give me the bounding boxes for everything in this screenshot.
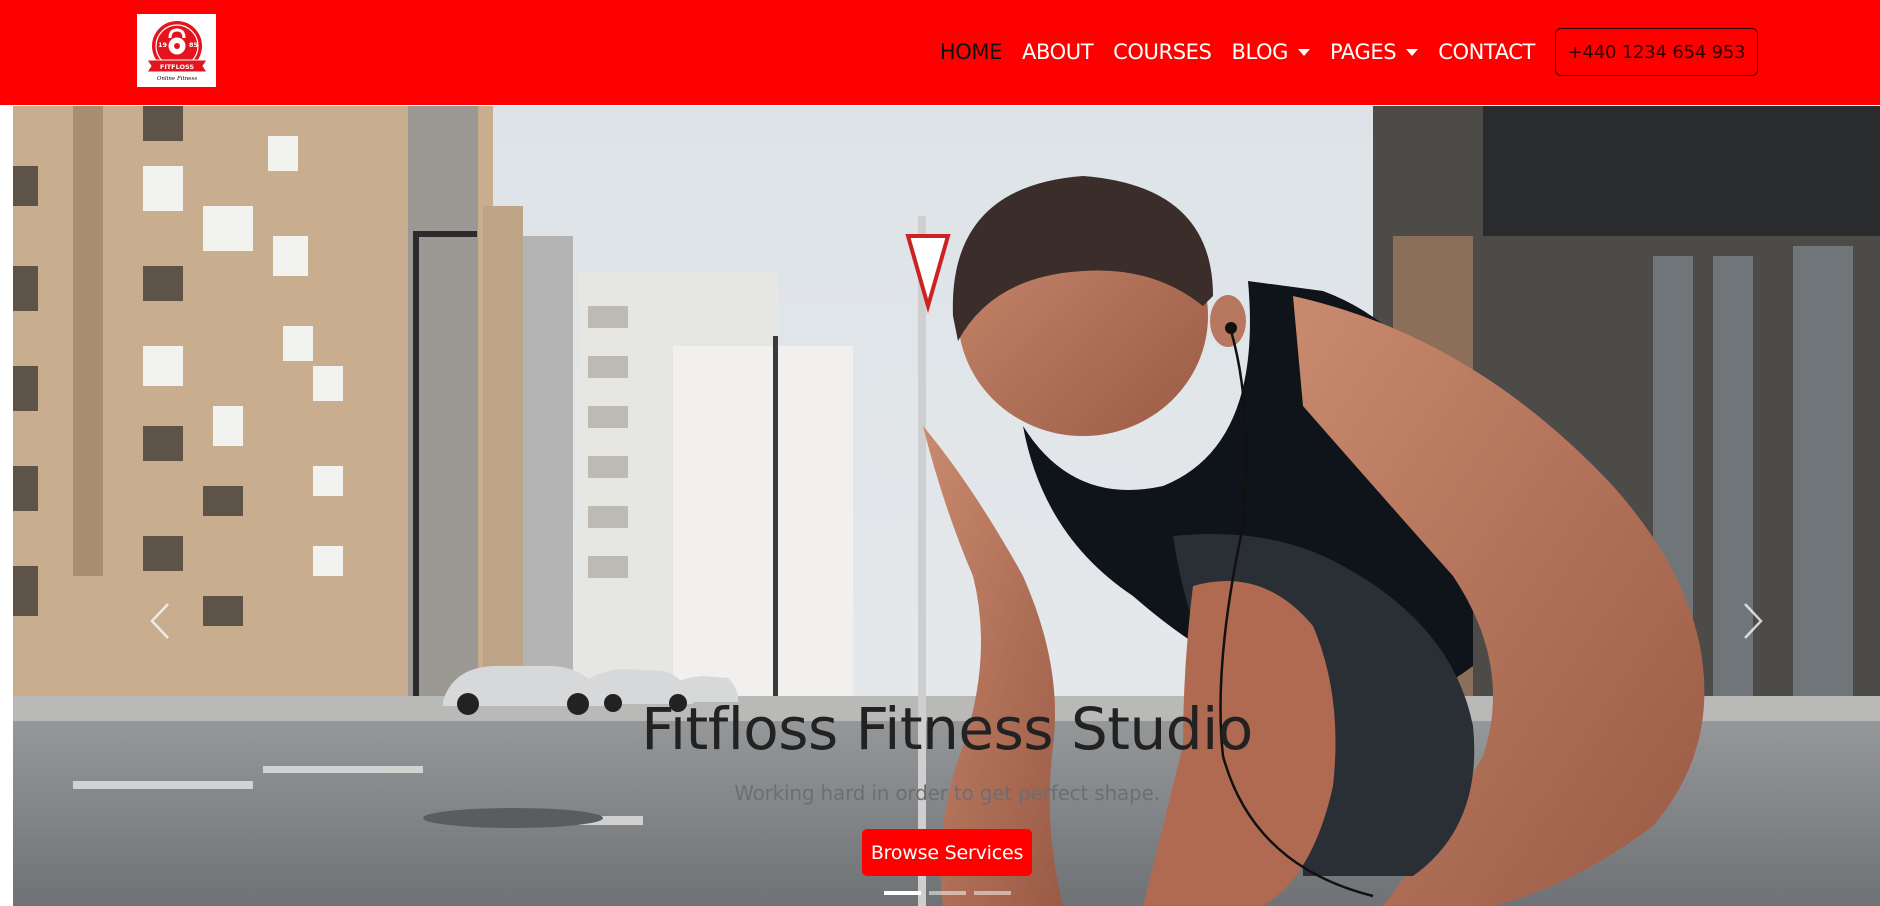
nav-item-home[interactable]: HOME [930, 36, 1012, 68]
nav-item-label: BLOG [1231, 40, 1288, 64]
carousel-prev-button[interactable] [140, 596, 180, 646]
nav-item-courses[interactable]: COURSES [1103, 36, 1221, 68]
nav-item-label: PAGES [1330, 40, 1397, 64]
carousel-indicator-3[interactable] [974, 891, 1011, 895]
logo-year-right: 85 [189, 41, 199, 49]
nav-item-label: ABOUT [1022, 40, 1094, 64]
site-navbar: 19 85 FITFLOSS Online Fitness HOME ABOUT C… [0, 0, 1880, 105]
chevron-left-icon [150, 603, 169, 639]
phone-button[interactable]: +440 1234 654 953 [1555, 28, 1758, 76]
phone-number: +440 1234 654 953 [1567, 41, 1746, 63]
logo-year-left: 19 [158, 41, 168, 49]
brand-logo[interactable]: 19 85 FITFLOSS Online Fitness [137, 14, 216, 87]
nav-item-label: CONTACT [1438, 40, 1535, 64]
kettlebell-logo-icon: 19 85 FITFLOSS Online Fitness [145, 20, 208, 82]
logo-wordmark: FITFLOSS [159, 63, 194, 71]
nav-item-blog[interactable]: BLOG [1221, 36, 1320, 68]
nav-item-about[interactable]: ABOUT [1012, 36, 1103, 68]
hero-title: Fitfloss Fitness Studio [641, 695, 1253, 763]
carousel-indicator-2[interactable] [929, 891, 966, 895]
carousel-next-button[interactable] [1733, 596, 1773, 646]
nav-item-label: COURSES [1113, 40, 1212, 64]
browse-services-button[interactable]: Browse Services [862, 829, 1032, 876]
carousel-indicator-1[interactable] [884, 891, 921, 895]
caret-down-icon [1298, 48, 1310, 56]
logo-script: Online Fitness [156, 76, 197, 82]
browse-services-label: Browse Services [870, 841, 1024, 864]
hero-subtitle: Working hard in order to get perfect sha… [734, 781, 1160, 805]
nav-item-pages[interactable]: PAGES [1320, 36, 1428, 68]
nav-item-contact[interactable]: CONTACT [1428, 36, 1545, 68]
nav-item-label: HOME [939, 40, 1003, 64]
chevron-right-icon [1744, 603, 1763, 639]
caret-down-icon [1406, 48, 1419, 56]
main-menu: HOME ABOUT COURSES BLOG PAGES CONTACT [930, 36, 1545, 68]
carousel-indicators [884, 891, 1011, 895]
